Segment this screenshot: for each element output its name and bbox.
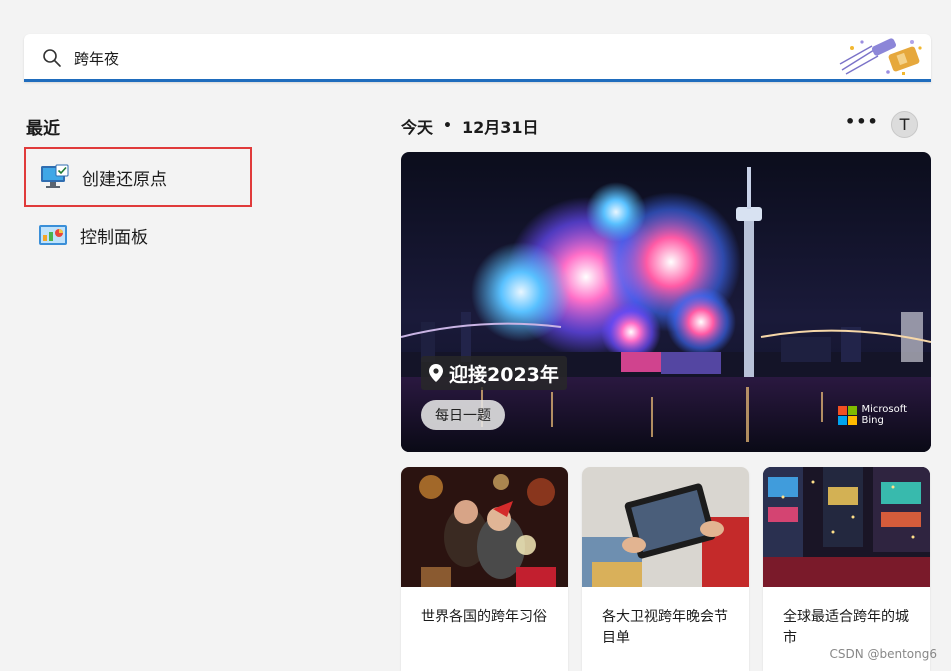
card-new-year-customs[interactable]: 世界各国的跨年习俗 bbox=[401, 467, 568, 671]
card-image bbox=[401, 467, 568, 587]
card-image bbox=[763, 467, 930, 587]
card-best-cities[interactable]: 全球最适合跨年的城市 bbox=[763, 467, 930, 671]
today-label: 今天 bbox=[401, 118, 434, 137]
recent-item-label: 创建还原点 bbox=[82, 169, 167, 190]
system-restore-icon bbox=[41, 164, 69, 188]
search-input[interactable] bbox=[72, 44, 776, 72]
party-popper-icon bbox=[839, 38, 922, 75]
daily-quiz-button[interactable]: 每日一题 bbox=[421, 400, 505, 430]
recent-item-control-panel[interactable]: 控制面板 bbox=[24, 205, 252, 265]
card-image bbox=[582, 467, 749, 587]
brand-line-1: Microsoft bbox=[861, 404, 907, 415]
microsoft-logo-icon bbox=[838, 405, 858, 425]
search-icon bbox=[43, 49, 61, 67]
more-options-button[interactable]: ••• bbox=[845, 112, 878, 136]
avatar[interactable]: T bbox=[891, 111, 918, 138]
watermark: CSDN @bentong6 bbox=[829, 647, 937, 661]
separator-dot: • bbox=[443, 118, 452, 134]
control-panel-icon bbox=[39, 225, 67, 245]
card-tv-gala-programs[interactable]: 各大卫视跨年晚会节目单 bbox=[582, 467, 749, 671]
hero-caption-text: 迎接2023年 bbox=[449, 363, 559, 386]
hero-caption[interactable]: 迎接2023年 bbox=[421, 356, 567, 390]
recent-item-create-restore-point[interactable]: 创建还原点 bbox=[24, 147, 252, 207]
today-header: 今天 • 12月31日 bbox=[401, 114, 539, 138]
card-title: 各大卫视跨年晚会节目单 bbox=[602, 609, 728, 646]
recent-heading: 最近 bbox=[26, 119, 60, 139]
brand-line-2: Bing bbox=[861, 415, 884, 426]
microsoft-bing-logo: Microsoft Bing bbox=[838, 404, 907, 426]
location-pin-icon bbox=[429, 364, 443, 382]
recent-item-label: 控制面板 bbox=[80, 227, 148, 248]
today-date: 12月31日 bbox=[461, 118, 539, 137]
card-title: 全球最适合跨年的城市 bbox=[783, 609, 909, 646]
search-box[interactable] bbox=[24, 34, 931, 82]
hero-card[interactable]: 迎接2023年 每日一题 Microsoft Bing bbox=[401, 152, 931, 452]
card-title: 世界各国的跨年习俗 bbox=[421, 609, 547, 625]
